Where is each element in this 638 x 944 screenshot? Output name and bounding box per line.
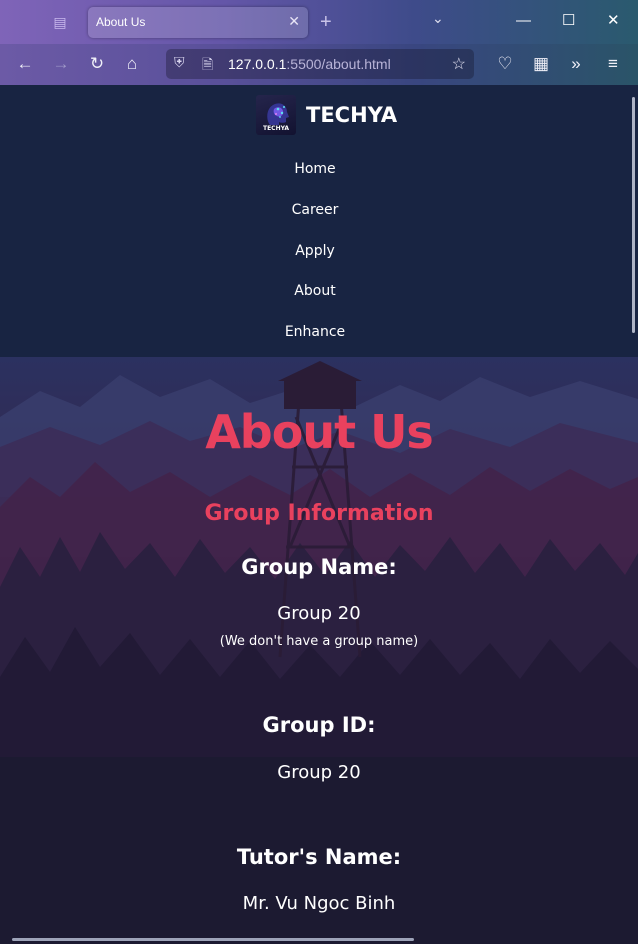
shield-icon[interactable]: ⛨ [174, 54, 185, 71]
menu-item-home[interactable]: Home [0, 149, 630, 190]
tab-about-us[interactable]: About Us ✕ [88, 7, 308, 38]
group-id-value: Group 20 [277, 762, 361, 783]
logo[interactable]: TECHYA [256, 95, 296, 135]
url-path: :5500/about.html [286, 56, 391, 72]
tutor-name-label: Tutor's Name: [236, 845, 402, 869]
menu-item-enhance[interactable]: Enhance [0, 312, 630, 353]
brand[interactable]: TECHYA TECHYA [256, 95, 397, 135]
tab-title: About Us [96, 15, 146, 29]
browser-navbar: ← → ↻ ⌂ ⛨ 🗎 127.0.0.1:5500/about.html ☆ … [0, 44, 638, 85]
address-bar[interactable]: ⛨ 🗎 127.0.0.1:5500/about.html ☆ [166, 49, 474, 79]
logo-text: TECHYA [262, 125, 290, 132]
vertical-scrollbar[interactable] [632, 97, 635, 333]
hamburger-icon[interactable]: ≡ [602, 53, 624, 75]
menu-item-career[interactable]: Career [0, 190, 630, 231]
group-name-value: Group 20 [277, 603, 361, 624]
tab-overview-icon[interactable]: ▤ [50, 12, 70, 32]
group-name-note: (We don't have a group name) [219, 634, 419, 649]
url-host: 127.0.0.1 [228, 56, 287, 72]
menu-item-about[interactable]: About [0, 271, 630, 312]
about-section: About Us Group Information Group Name: G… [0, 357, 638, 944]
brand-name[interactable]: TECHYA [306, 103, 397, 127]
horizontal-scrollbar[interactable] [12, 938, 414, 941]
window-close-icon[interactable]: ✕ [607, 11, 620, 31]
browser-titlebar: ▤ About Us ✕ + ⌄ — ☐ ✕ [0, 0, 638, 44]
forward-arrow-icon[interactable]: → [50, 53, 72, 75]
page-viewport: TECHYA TECHYA Home Career Apply About En… [0, 85, 638, 944]
back-arrow-icon[interactable]: ← [14, 53, 36, 75]
chevron-down-icon[interactable]: ⌄ [432, 10, 444, 27]
reload-icon[interactable]: ↻ [86, 53, 108, 75]
site-header: TECHYA TECHYA Home Career Apply About En… [0, 85, 638, 357]
menu-item-apply[interactable]: Apply [0, 231, 630, 272]
page-title: About Us [205, 405, 434, 459]
pocket-icon[interactable]: ♡ [494, 53, 516, 75]
url-text[interactable]: 127.0.0.1:5500/about.html [228, 56, 391, 72]
double-chevron-icon[interactable]: » [565, 53, 587, 75]
section-title: Group Information [204, 501, 434, 526]
puzzle-icon[interactable]: ▦ [530, 53, 552, 75]
tutor-name-value: Mr. Vu Ngoc Binh [242, 893, 396, 914]
plus-icon[interactable]: + [320, 9, 332, 35]
maximize-icon[interactable]: ☐ [562, 11, 575, 31]
home-icon[interactable]: ⌂ [121, 53, 143, 75]
minimize-icon[interactable]: — [516, 11, 531, 31]
group-id-label: Group ID: [262, 713, 376, 737]
star-icon[interactable]: ☆ [452, 54, 466, 74]
close-icon[interactable]: ✕ [288, 13, 300, 30]
site-menu: Home Career Apply About Enhance [0, 149, 630, 353]
group-name-label: Group Name: [241, 555, 397, 579]
page-icon[interactable]: 🗎 [202, 54, 213, 78]
